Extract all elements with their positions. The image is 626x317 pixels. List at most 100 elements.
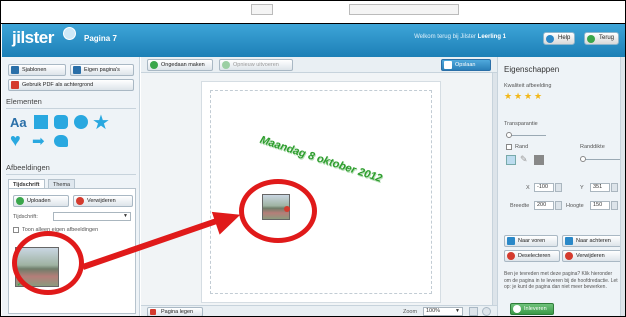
quality-label: Kwaliteit afbeelding	[504, 83, 552, 89]
canvas-bottombar: Pagina legen Zoom 100% ▼	[141, 305, 497, 316]
properties-scrollbar[interactable]	[620, 57, 625, 316]
star-shape-tool[interactable]: ★	[92, 110, 110, 135]
templates-icon	[11, 66, 19, 74]
browser-address-stub[interactable]	[349, 4, 459, 15]
save-button[interactable]: Opslaan	[441, 59, 491, 71]
zoom-label: Zoom	[403, 309, 418, 315]
remove-element-button[interactable]: Verwijderen	[562, 250, 622, 262]
height-input[interactable]: 150	[590, 201, 610, 210]
logo-mark-icon	[63, 27, 76, 40]
editor-toolbar: Ongedaan maken Opnieuw uitvoeren Opslaan	[141, 57, 497, 73]
text-tool[interactable]: Aa	[10, 115, 27, 130]
quality-star-icon: ★	[524, 91, 533, 101]
bring-forward-button[interactable]: Naar voren	[504, 235, 558, 247]
properties-title: Eigenschappen	[504, 65, 560, 74]
deselect-button[interactable]: Deselecteren	[504, 250, 560, 262]
templates-button[interactable]: Sjablonen	[8, 64, 66, 76]
canvas-area: Maandag 8 oktober 2012	[141, 73, 497, 305]
redo-icon	[222, 61, 230, 69]
magazine-filter-select[interactable]: ▼	[53, 212, 131, 221]
images-section-title: Afbeeldingen	[6, 163, 136, 175]
height-stepper[interactable]	[611, 201, 618, 210]
speech-bubble-tool[interactable]	[54, 135, 68, 147]
annotation-circle-thumbnail	[12, 231, 84, 295]
quality-star-icon: ★	[504, 91, 513, 101]
send-backward-button[interactable]: Naar achteren	[562, 235, 622, 247]
x-stepper[interactable]	[555, 183, 562, 192]
x-label: X	[526, 185, 530, 191]
upload-button[interactable]: Uploaden	[13, 195, 69, 207]
fit-page-icon[interactable]	[469, 307, 478, 316]
border-checkbox[interactable]	[506, 144, 512, 150]
slider-knob[interactable]	[580, 156, 586, 162]
quality-star-icon: ★	[534, 91, 543, 101]
help-button[interactable]: Help	[543, 32, 576, 45]
rotate-icon[interactable]	[482, 307, 491, 316]
back-button[interactable]: Terug	[584, 32, 620, 45]
redo-button[interactable]: Opnieuw uitvoeren	[219, 59, 293, 71]
magazine-filter-label: Tijdschrift:	[13, 214, 38, 220]
pages-icon	[73, 66, 81, 74]
arrow-shape-tool[interactable]: ➡	[32, 132, 45, 150]
app-header: jilster Pagina 7 Welkom terug bij Jilste…	[2, 24, 625, 57]
browser-strip	[1, 1, 625, 24]
quality-star-icon: ★	[514, 91, 523, 101]
page-title: Pagina 7	[84, 34, 117, 43]
send-backward-icon	[565, 237, 573, 245]
y-label: Y	[580, 185, 584, 191]
width-label: Breedte	[510, 203, 530, 209]
checkmark-icon	[513, 305, 521, 313]
delete-icon	[76, 197, 84, 205]
undo-button[interactable]: Ongedaan maken	[147, 59, 213, 71]
pencil-icon[interactable]: ✎	[520, 154, 528, 165]
border-width-slider[interactable]	[580, 156, 620, 162]
border-label: Rand	[515, 144, 529, 150]
back-icon	[587, 35, 595, 43]
y-input[interactable]: 351	[590, 183, 610, 192]
own-pages-button[interactable]: Eigen pagina's	[70, 64, 134, 76]
circle-shape-tool[interactable]	[74, 115, 88, 129]
welcome-text: Welkom terug bij Jilster Leerling 1	[414, 34, 506, 40]
bring-forward-icon	[507, 237, 515, 245]
x-input[interactable]: -100	[534, 183, 554, 192]
border-width-label: Randdikte	[580, 144, 605, 150]
slider-knob[interactable]	[506, 132, 512, 138]
zoom-select[interactable]: 100% ▼	[423, 307, 463, 316]
delete-image-button[interactable]: Verwijderen	[73, 195, 133, 207]
pdf-icon	[11, 81, 19, 89]
deselect-icon	[507, 252, 515, 260]
width-input[interactable]: 200	[534, 201, 554, 210]
clear-icon	[150, 309, 156, 315]
undo-icon	[150, 61, 158, 69]
y-stepper[interactable]	[611, 183, 618, 192]
jilster-logo[interactable]: jilster	[12, 28, 54, 48]
submit-page-button[interactable]: Inleveren	[510, 303, 554, 315]
properties-panel: Eigenschappen Kwaliteit afbeelding ★ ★ ★…	[497, 57, 625, 316]
transparency-slider[interactable]	[506, 132, 546, 138]
width-stepper[interactable]	[555, 201, 562, 210]
help-icon	[546, 35, 554, 43]
heart-shape-tool[interactable]: ♥	[10, 130, 21, 151]
save-icon	[444, 61, 452, 69]
remove-icon	[565, 252, 573, 260]
submit-instructions: Ben je tevreden met deze pagina? Klik hi…	[504, 271, 618, 290]
screenshot-frame: jilster Pagina 7 Welkom terug bij Jilste…	[0, 0, 626, 317]
rounded-square-tool[interactable]	[54, 115, 68, 129]
upload-icon	[16, 197, 24, 205]
square-shape-tool[interactable]	[34, 115, 48, 129]
user-name: Leerling 1	[477, 34, 506, 40]
pdf-background-button[interactable]: Gebruik PDF als achtergrond	[8, 79, 134, 91]
transparency-label: Transparantie	[504, 121, 538, 127]
fill-color-swatch[interactable]	[506, 155, 516, 165]
own-images-checkbox[interactable]	[13, 227, 19, 233]
page-safe-area	[210, 90, 432, 294]
border-color-swatch[interactable]	[534, 155, 544, 165]
chevron-down-icon: ▼	[123, 213, 128, 219]
annotation-circle-canvas	[239, 179, 317, 243]
magazine-page[interactable]: Maandag 8 oktober 2012	[201, 81, 441, 303]
zoom-chevron-icon: ▼	[455, 308, 460, 314]
elements-section-title: Elementen	[6, 97, 136, 109]
browser-tab-stub[interactable]	[251, 4, 273, 15]
clear-page-button[interactable]: Pagina legen	[147, 307, 203, 316]
height-label: Hoogte	[566, 203, 584, 209]
